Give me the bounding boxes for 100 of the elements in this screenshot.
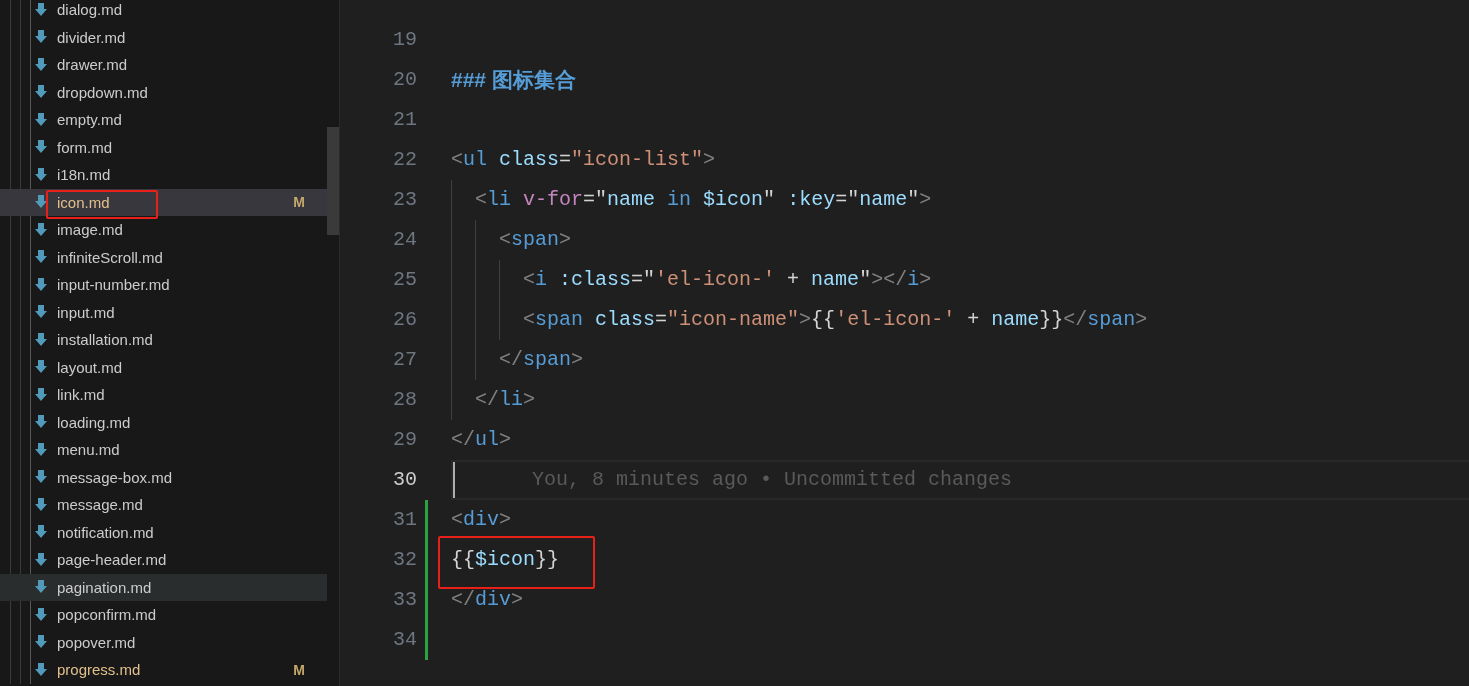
file-name: infiniteScroll.md <box>57 248 163 266</box>
file-item[interactable]: message.md <box>0 491 327 519</box>
code-line: </li> <box>474 388 536 411</box>
file-item[interactable]: link.md <box>0 381 327 409</box>
file-name: input-number.md <box>57 276 170 294</box>
file-item[interactable]: i18n.md <box>0 161 327 189</box>
file-item[interactable]: notification.md <box>0 518 327 546</box>
file-item[interactable]: icon.md M <box>0 188 327 216</box>
code-line: <i :class="'el-icon-' + name"></i> <box>522 268 932 291</box>
file-item[interactable]: layout.md <box>0 353 327 381</box>
scrollbar-thumb[interactable] <box>327 127 339 235</box>
code-line: <ul class="icon-list"> <box>451 148 716 171</box>
download-arrow-icon <box>35 195 47 210</box>
code-line: <div> <box>451 508 512 531</box>
blame-annotation: You, 8 minutes ago • Uncommitted changes <box>532 468 1013 491</box>
download-arrow-icon <box>35 85 47 100</box>
line-number: 30 <box>392 467 417 493</box>
file-name: divider.md <box>57 28 126 46</box>
file-name: form.md <box>57 138 112 156</box>
file-item[interactable]: loading.md <box>0 408 327 436</box>
download-arrow-icon <box>35 57 47 72</box>
download-arrow-icon <box>35 497 47 512</box>
file-item[interactable]: input-number.md <box>0 271 327 299</box>
download-arrow-icon <box>35 2 47 17</box>
file-name: i18n.md <box>57 166 111 184</box>
file-name: popconfirm.md <box>57 606 157 624</box>
download-arrow-icon <box>35 415 47 430</box>
file-name: installation.md <box>57 331 153 349</box>
download-arrow-icon <box>35 250 47 265</box>
download-arrow-icon <box>35 387 47 402</box>
file-name: layout.md <box>57 358 123 376</box>
file-name: message-box.md <box>57 468 173 486</box>
file-name: loading.md <box>57 413 131 431</box>
file-item[interactable]: pagination.md <box>0 573 327 601</box>
line-number: 32 <box>392 547 417 573</box>
line-number: 24 <box>392 227 417 253</box>
text-cursor <box>453 462 455 498</box>
code-line: <li v-for="name in $icon" :key="name"> <box>474 188 932 211</box>
file-name: progress.md <box>57 661 141 679</box>
status-letter: M <box>293 661 305 678</box>
code-line: <span> <box>498 228 572 251</box>
download-arrow-icon <box>35 607 47 622</box>
code-line: {{$icon}} <box>451 548 560 571</box>
file-name: popover.md <box>57 633 136 651</box>
file-item[interactable]: divider.md <box>0 23 327 51</box>
line-number: 31 <box>392 507 417 533</box>
file-item[interactable]: dropdown.md <box>0 78 327 106</box>
line-number: 28 <box>392 387 417 413</box>
file-name: dialog.md <box>57 1 123 19</box>
file-item[interactable]: empty.md <box>0 106 327 134</box>
file-name: drawer.md <box>57 56 128 74</box>
file-item[interactable]: progress.md M <box>0 656 327 684</box>
file-name: dropdown.md <box>57 83 148 101</box>
file-item[interactable]: input.md <box>0 298 327 326</box>
download-arrow-icon <box>35 167 47 182</box>
file-item[interactable]: menu.md <box>0 436 327 464</box>
file-item[interactable]: infiniteScroll.md <box>0 243 327 271</box>
line-number: 23 <box>392 187 417 213</box>
file-item[interactable]: popover.md <box>0 628 327 656</box>
file-item[interactable]: drawer.md <box>0 51 327 79</box>
file-item[interactable]: popconfirm.md <box>0 601 327 629</box>
file-item[interactable]: dialog.md <box>0 0 327 24</box>
file-name: menu.md <box>57 441 120 459</box>
line-number: 21 <box>392 107 417 133</box>
download-arrow-icon <box>35 112 47 127</box>
line-number: 19 <box>392 27 417 53</box>
file-name: pagination.md <box>57 578 152 596</box>
file-item[interactable]: image.md <box>0 216 327 244</box>
file-item[interactable]: page-header.md <box>0 546 327 574</box>
file-item[interactable]: message-box.md <box>0 463 327 491</box>
line-number: 22 <box>392 147 417 173</box>
code-line: </ul> <box>451 428 512 451</box>
download-arrow-icon <box>35 470 47 485</box>
line-number: 29 <box>392 427 417 453</box>
status-letter: M <box>293 194 305 211</box>
download-arrow-icon <box>35 442 47 457</box>
file-name: notification.md <box>57 523 154 541</box>
file-name: input.md <box>57 303 115 321</box>
download-arrow-icon <box>35 552 47 567</box>
download-arrow-icon <box>35 305 47 320</box>
file-item[interactable]: form.md <box>0 133 327 161</box>
download-arrow-icon <box>35 140 47 155</box>
download-arrow-icon <box>35 525 47 540</box>
line-number: 34 <box>392 627 417 653</box>
code-line: <span class="icon-name">{{'el-icon-' + name}}</span> <box>522 308 1148 331</box>
file-name: empty.md <box>57 111 122 129</box>
file-item[interactable]: installation.md <box>0 326 327 354</box>
heading-line: ### 图标集合 <box>451 70 576 93</box>
file-name: link.md <box>57 386 105 404</box>
download-arrow-icon <box>35 222 47 237</box>
file-name: image.md <box>57 221 123 239</box>
download-arrow-icon <box>35 635 47 650</box>
download-arrow-icon <box>35 277 47 292</box>
line-number: 20 <box>392 67 417 93</box>
line-number: 27 <box>392 347 417 373</box>
file-name: message.md <box>57 496 143 514</box>
code-line: </span> <box>498 348 584 371</box>
file-name: icon.md <box>57 193 110 211</box>
line-number: 26 <box>392 307 417 333</box>
line-number: 33 <box>392 587 417 613</box>
